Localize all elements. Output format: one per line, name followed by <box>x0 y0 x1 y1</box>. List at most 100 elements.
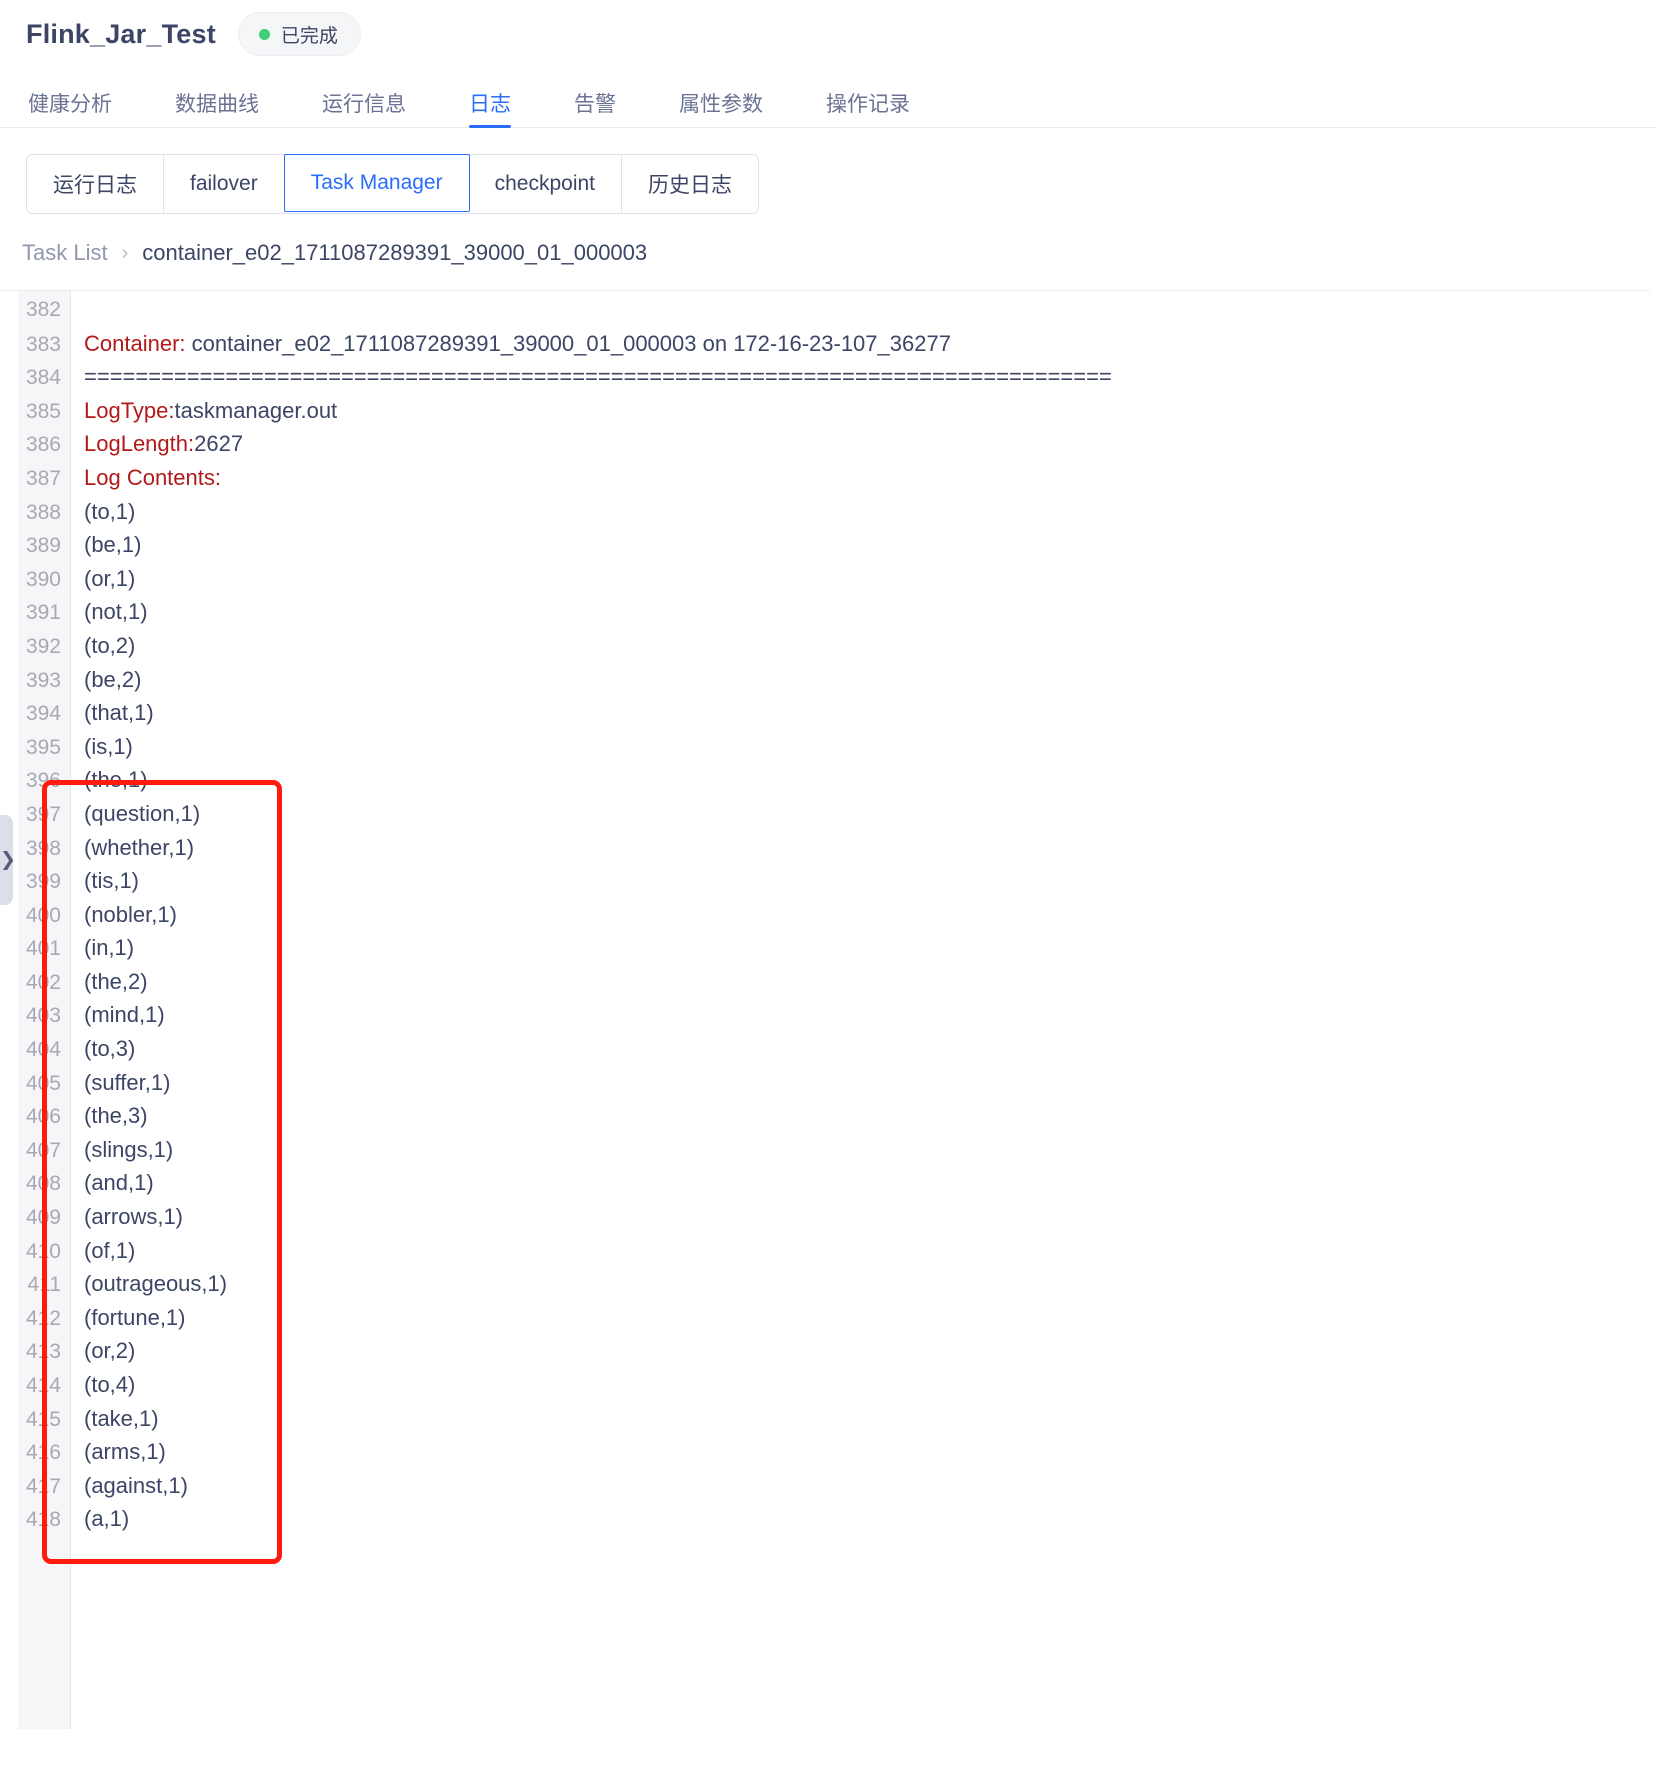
log-line: 405 (suffer,1) <box>0 1066 1650 1100</box>
log-line: 396 (the,1) <box>0 763 1650 797</box>
log-line: 407 (slings,1) <box>0 1133 1650 1167</box>
log-tab-group: 运行日志 failover Task Manager checkpoint 历史日志 <box>26 154 760 214</box>
log-text: (outrageous,1) <box>84 1271 228 1297</box>
main-tab-5[interactable]: 属性参数 <box>679 94 763 127</box>
breadcrumb-current-container: container_e02_1711087289391_39000_01_000… <box>142 240 648 265</box>
log-line: 414 (to,4) <box>0 1368 1650 1402</box>
log-viewer-panel[interactable]: 382 383 Container: container_e02_171108728… <box>0 290 1650 1729</box>
log-text: (arrows,1) <box>84 1204 184 1230</box>
log-line: 389 (be,1) <box>0 528 1650 562</box>
log-line: 398 (whether,1) <box>0 831 1650 865</box>
log-line-number: 411 <box>27 1273 61 1297</box>
log-text: (a,1) <box>84 1506 130 1532</box>
log-line: 386 LogLength:2627 <box>0 427 1650 461</box>
breadcrumb-task-list-link[interactable]: Task List <box>22 240 108 266</box>
log-line-content: (fortune,1) <box>70 1301 186 1335</box>
log-tab-0[interactable]: 运行日志 <box>27 155 164 213</box>
log-text: (the,3) <box>84 1103 148 1129</box>
log-text: (against,1) <box>84 1472 188 1498</box>
log-text: container_e02_1711087289391_39000_01_000… <box>185 330 951 356</box>
log-key: Log Contents: <box>84 464 221 490</box>
log-text: (not,1) <box>84 599 148 625</box>
log-tab-label: failover <box>190 172 258 195</box>
log-line-content: (whether,1) <box>70 831 194 865</box>
log-line-content: LogType:taskmanager.out <box>70 394 337 428</box>
log-line-number: 396 <box>25 769 61 793</box>
log-line-content: (arrows,1) <box>70 1200 183 1234</box>
log-text: (and,1) <box>84 1170 154 1196</box>
main-tab-label: 告警 <box>574 93 616 116</box>
log-line: 400 (nobler,1) <box>0 898 1650 932</box>
log-line-number: 391 <box>25 601 61 625</box>
log-line: 384 =====================================… <box>0 360 1650 394</box>
log-line-number: 415 <box>25 1407 61 1431</box>
log-text: (to,1) <box>84 498 136 524</box>
log-line-content: (or,1) <box>70 562 135 596</box>
log-text: (be,2) <box>84 666 142 692</box>
log-line: 417 (against,1) <box>0 1469 1650 1503</box>
log-text: (or,2) <box>84 1338 136 1364</box>
log-line-number: 386 <box>25 433 61 457</box>
main-tab-0[interactable]: 健康分析 <box>28 94 112 127</box>
log-line-content: (tis,1) <box>70 864 139 898</box>
log-line: 388 (to,1) <box>0 495 1650 529</box>
log-line: 392 (to,2) <box>0 629 1650 663</box>
log-line-number: 418 <box>25 1508 61 1532</box>
log-tab-2[interactable]: Task Manager <box>283 154 470 212</box>
log-line-number: 382 <box>25 298 61 321</box>
log-line: 416 (arms,1) <box>0 1435 1650 1469</box>
log-key: LogType: <box>84 397 175 423</box>
main-tab-2[interactable]: 运行信息 <box>322 94 406 127</box>
log-text: (tis,1) <box>84 868 139 894</box>
log-line: 399 (tis,1) <box>0 864 1650 898</box>
log-text: (whether,1) <box>84 834 195 860</box>
log-text: (to,3) <box>84 1036 136 1062</box>
log-line-content: (in,1) <box>70 931 134 965</box>
log-text: (slings,1) <box>84 1136 174 1162</box>
log-line-number: 397 <box>25 802 61 826</box>
log-line-content: (to,1) <box>70 495 135 529</box>
log-line-content: (or,2) <box>70 1334 135 1368</box>
sidebar-expand-handle[interactable]: ❯ <box>0 815 16 905</box>
main-tab-4[interactable]: 告警 <box>574 94 616 127</box>
log-line-number: 404 <box>25 1038 61 1062</box>
main-tab-label: 属性参数 <box>679 93 763 116</box>
log-line-content: (arms,1) <box>70 1435 166 1469</box>
log-line-content: (be,1) <box>70 528 141 562</box>
log-line-content: (of,1) <box>70 1234 135 1268</box>
log-line-number: 403 <box>25 1004 61 1028</box>
log-key: LogLength: <box>84 431 195 457</box>
log-text: (nobler,1) <box>84 901 177 927</box>
main-tab-label: 操作记录 <box>826 93 910 116</box>
log-tab-label: 历史日志 <box>648 174 733 197</box>
log-line: 409 (arrows,1) <box>0 1200 1650 1234</box>
log-text: (is,1) <box>84 733 133 759</box>
log-text: (in,1) <box>84 935 135 961</box>
log-line-number: 416 <box>25 1441 61 1465</box>
main-tab-1[interactable]: 数据曲线 <box>175 94 259 127</box>
log-line: 413 (or,2) <box>0 1334 1650 1368</box>
log-line-number: 406 <box>25 1105 61 1129</box>
log-tab-1[interactable]: failover <box>164 155 285 213</box>
log-line-content: (to,3) <box>70 1032 135 1066</box>
log-text: (to,4) <box>84 1372 136 1397</box>
log-line: 403 (mind,1) <box>0 998 1650 1032</box>
log-tab-3[interactable]: checkpoint <box>468 155 623 213</box>
log-line-content: (to,4) <box>70 1368 135 1402</box>
log-line-content: (a,1) <box>70 1502 129 1536</box>
log-tab-4[interactable]: 历史日志 <box>622 155 759 213</box>
log-line: 390 (or,1) <box>0 562 1650 596</box>
main-tab-3[interactable]: 日志 <box>469 94 511 128</box>
log-line-number: 409 <box>25 1206 61 1230</box>
main-tab-6[interactable]: 操作记录 <box>826 94 910 127</box>
log-line-number: 417 <box>25 1474 61 1498</box>
log-line: 382 <box>0 293 1650 327</box>
main-tab-label: 运行信息 <box>322 93 406 116</box>
log-line-content: ========================================… <box>70 360 1112 394</box>
log-line: 395 (is,1) <box>0 730 1650 764</box>
log-line-number: 408 <box>25 1172 61 1196</box>
log-line-number: 389 <box>25 534 61 558</box>
log-line: 411 (outrageous,1) <box>0 1267 1650 1301</box>
log-line-content: (the,3) <box>70 1099 148 1133</box>
log-tab-label: 运行日志 <box>53 174 137 197</box>
